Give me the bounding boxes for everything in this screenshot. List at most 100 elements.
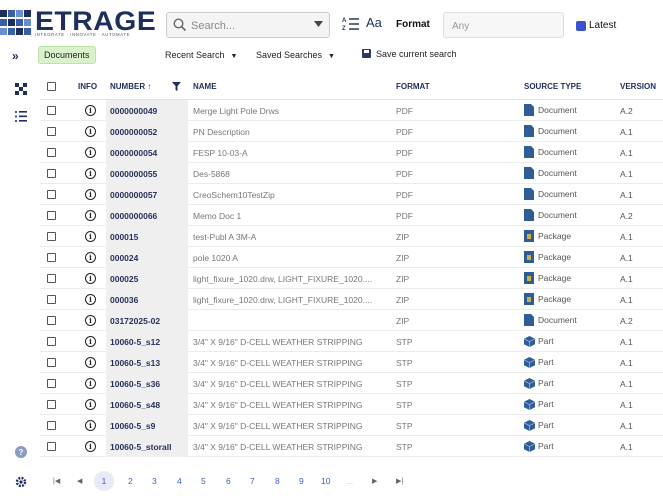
page-1[interactable]: 1 <box>94 471 114 491</box>
cell-number[interactable]: 000015 <box>110 232 138 242</box>
table-row[interactable]: i 10060-5_s13 3/4" X 9/16" D-CELL WEATHER … <box>40 352 663 373</box>
column-header-number[interactable]: NUMBER ↑ <box>110 82 151 91</box>
table-row[interactable]: i 0000000054 FESP 10-03-A PDF Document A.1 <box>40 142 663 163</box>
info-icon[interactable]: i <box>85 231 96 242</box>
page-2[interactable]: 2 <box>128 476 133 486</box>
table-row[interactable]: i 10060-5_s48 3/4" X 9/16" D-CELL WEATHER … <box>40 394 663 415</box>
info-icon[interactable]: i <box>85 147 96 158</box>
page-10[interactable]: 10 <box>321 476 330 486</box>
cell-number[interactable]: 10060-5_storall <box>110 442 171 452</box>
row-checkbox[interactable] <box>47 190 56 199</box>
table-row[interactable]: i 10060-5_s36 3/4" X 9/16" D-CELL WEATHER … <box>40 373 663 394</box>
row-checkbox[interactable] <box>47 358 56 367</box>
prev-page-icon[interactable]: ◀ <box>77 477 82 485</box>
tree-icon[interactable] <box>15 83 27 95</box>
documents-tab[interactable]: Documents <box>38 46 96 64</box>
recent-search-dropdown[interactable]: Recent Search ▼ <box>165 50 237 60</box>
save-current-search-button[interactable]: Save current search <box>362 49 457 59</box>
info-icon[interactable]: i <box>85 210 96 221</box>
cell-number[interactable]: 0000000052 <box>110 127 157 137</box>
table-row[interactable]: i 10060-5_s9 3/4" X 9/16" D-CELL WEATHER S… <box>40 415 663 436</box>
row-checkbox[interactable] <box>47 127 56 136</box>
table-row[interactable]: i 000015 test-Publ A 3M-A ZIP Package A.1 <box>40 226 663 247</box>
column-header-source-type[interactable]: SOURCE TYPE <box>524 82 581 91</box>
info-icon[interactable]: i <box>85 336 96 347</box>
row-checkbox[interactable] <box>47 211 56 220</box>
cell-number[interactable]: 000025 <box>110 274 138 284</box>
cell-number[interactable]: 10060-5_s48 <box>110 400 160 410</box>
cell-number[interactable]: 0000000066 <box>110 211 157 221</box>
row-checkbox[interactable] <box>47 232 56 241</box>
sort-az-icon[interactable]: A Z <box>342 16 360 32</box>
column-header-name[interactable]: NAME <box>193 82 217 91</box>
list-icon[interactable] <box>15 111 27 122</box>
font-size-icon[interactable]: Aa <box>366 15 382 30</box>
search-input[interactable]: Search... <box>166 12 330 38</box>
info-icon[interactable]: i <box>85 273 96 284</box>
info-icon[interactable]: i <box>85 378 96 389</box>
latest-checkbox-box[interactable] <box>576 21 586 31</box>
table-row[interactable]: i 000024 pole 1020 A ZIP Package A.1 <box>40 247 663 268</box>
info-icon[interactable]: i <box>85 252 96 263</box>
table-row[interactable]: i 10060-5_s12 3/4" X 9/16" D-CELL WEATHER … <box>40 331 663 352</box>
cell-number[interactable]: 10060-5_s12 <box>110 337 160 347</box>
row-checkbox[interactable] <box>47 421 56 430</box>
settings-icon[interactable] <box>15 476 27 488</box>
row-checkbox[interactable] <box>47 274 56 283</box>
row-checkbox[interactable] <box>47 253 56 262</box>
cell-number[interactable]: 10060-5_s9 <box>110 421 155 431</box>
row-checkbox[interactable] <box>47 379 56 388</box>
row-checkbox[interactable] <box>47 169 56 178</box>
row-checkbox[interactable] <box>47 400 56 409</box>
row-checkbox[interactable] <box>47 442 56 451</box>
page-7[interactable]: 7 <box>250 476 255 486</box>
table-row[interactable]: i 0000000066 Memo Doc 1 PDF Document A.2 <box>40 205 663 226</box>
page-5[interactable]: 5 <box>201 476 206 486</box>
cell-number[interactable]: 03172025-02 <box>110 316 160 326</box>
double-chevron-right-icon[interactable]: » <box>12 49 19 63</box>
info-icon[interactable]: i <box>85 294 96 305</box>
chevron-down-icon[interactable] <box>314 21 323 28</box>
info-icon[interactable]: i <box>85 420 96 431</box>
info-icon[interactable]: i <box>85 126 96 137</box>
page-4[interactable]: 4 <box>177 476 182 486</box>
last-page-icon[interactable]: ▶| <box>396 477 403 485</box>
cell-number[interactable]: 0000000054 <box>110 148 157 158</box>
info-icon[interactable]: i <box>85 189 96 200</box>
cell-number[interactable]: 10060-5_s36 <box>110 379 160 389</box>
row-checkbox[interactable] <box>47 148 56 157</box>
page-3[interactable]: 3 <box>152 476 157 486</box>
column-header-info[interactable]: INFO <box>78 82 97 91</box>
table-row[interactable]: i 0000000049 Merge Light Pole Drws PDF Docum… <box>40 100 663 121</box>
cell-number[interactable]: 000024 <box>110 253 138 263</box>
info-icon[interactable]: i <box>85 441 96 452</box>
table-row[interactable]: i 10060-5_storall 3/4" X 9/16" D-CELL WEAT… <box>40 436 663 457</box>
select-all-checkbox[interactable] <box>47 82 56 91</box>
info-icon[interactable]: i <box>85 105 96 116</box>
info-icon[interactable]: i <box>85 399 96 410</box>
column-header-format[interactable]: FORMAT <box>396 82 430 91</box>
table-row[interactable]: i 03172025-02 ZIP Document A.2 <box>40 310 663 331</box>
first-page-icon[interactable]: |◀ <box>53 477 60 485</box>
etrage-logo[interactable]: ETRAGE INTEGRATE · INNOVATE · AUTOMATE <box>0 6 165 38</box>
help-icon[interactable]: ? <box>15 446 27 458</box>
info-icon[interactable]: i <box>85 357 96 368</box>
cell-number[interactable]: 0000000055 <box>110 169 157 179</box>
row-checkbox[interactable] <box>47 295 56 304</box>
page-9[interactable]: 9 <box>299 476 304 486</box>
table-row[interactable]: i 0000000057 CreoSchem10TestZip PDF Document… <box>40 184 663 205</box>
format-input[interactable]: Any <box>443 12 564 38</box>
info-icon[interactable]: i <box>85 168 96 179</box>
next-page-icon[interactable]: ▶ <box>372 477 377 485</box>
info-icon[interactable]: i <box>85 315 96 326</box>
page-8[interactable]: 8 <box>275 476 280 486</box>
cell-number[interactable]: 000036 <box>110 295 138 305</box>
cell-number[interactable]: 10060-5_s13 <box>110 358 160 368</box>
page-6[interactable]: 6 <box>226 476 231 486</box>
table-row[interactable]: i 000036 light_fixure_1020.drw, LIGHT_FIXU… <box>40 289 663 310</box>
row-checkbox[interactable] <box>47 316 56 325</box>
table-row[interactable]: i 0000000052 PN Description PDF Document A.1 <box>40 121 663 142</box>
row-checkbox[interactable] <box>47 106 56 115</box>
row-checkbox[interactable] <box>47 337 56 346</box>
cell-number[interactable]: 0000000057 <box>110 190 157 200</box>
